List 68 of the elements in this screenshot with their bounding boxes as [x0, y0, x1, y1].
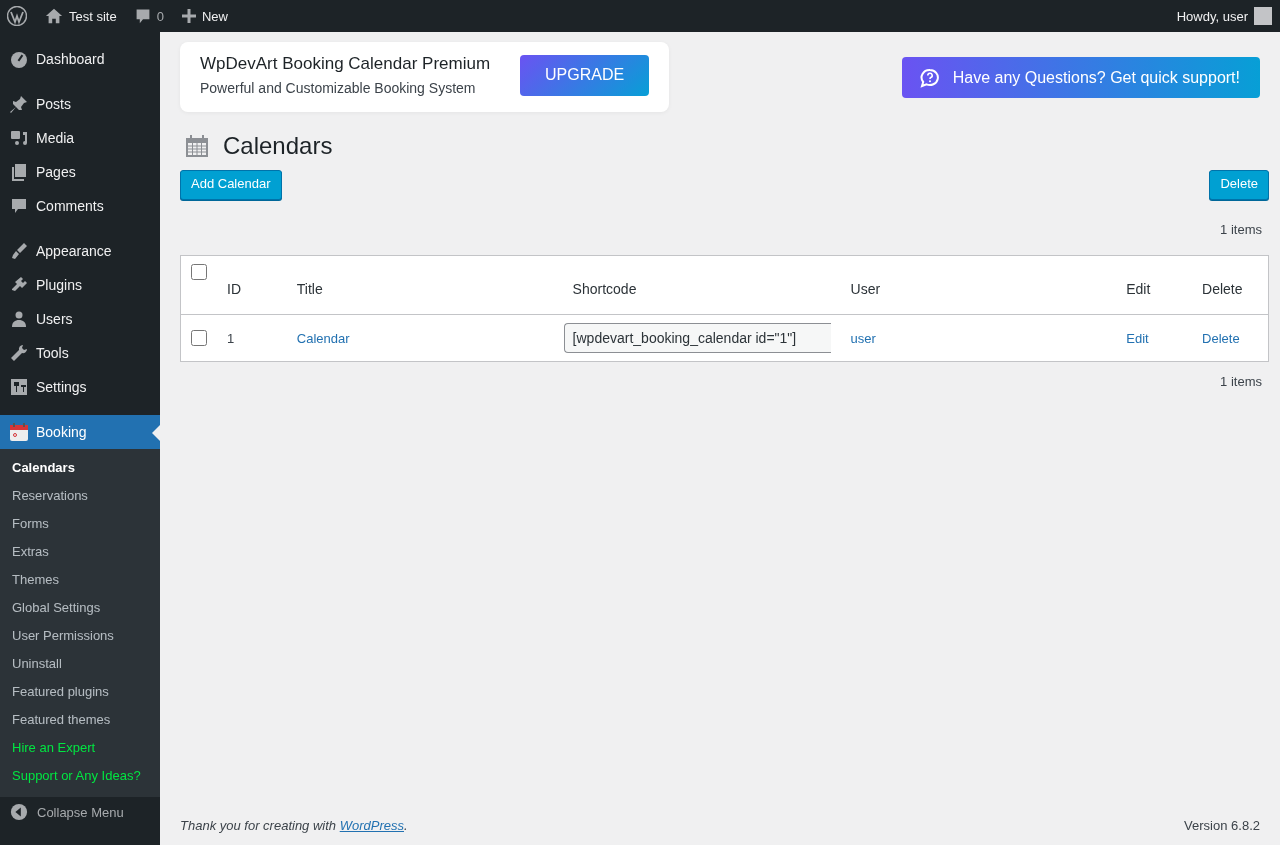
version-text: Version 6.8.2 — [1184, 818, 1260, 833]
submenu-item[interactable]: Extras — [0, 538, 160, 566]
column-header: Edit — [1126, 281, 1151, 297]
sidebar-menu-item[interactable]: Media — [0, 121, 160, 155]
greeting-link[interactable]: Howdy, user — [1176, 8, 1248, 24]
submenu-item[interactable]: User Permissions — [0, 622, 160, 650]
column-header: User — [850, 281, 881, 297]
submenu-item[interactable]: Support or Any Ideas? — [0, 762, 160, 790]
title-link[interactable]: Calendar — [296, 330, 350, 346]
sidebar-menu-item[interactable]: Appearance — [0, 234, 160, 268]
person-icon — [9, 309, 29, 329]
brush-icon — [9, 241, 29, 261]
plus-icon[interactable] — [181, 9, 196, 23]
collapse-icon — [10, 803, 28, 821]
submenu-item[interactable]: Themes — [0, 566, 160, 594]
upgrade-button[interactable]: UPGRADE — [520, 54, 650, 96]
submenu-item[interactable]: Featured themes — [0, 706, 160, 734]
delete-link[interactable]: Delete — [1202, 330, 1240, 346]
column-header: Delete — [1202, 281, 1243, 297]
home-icon[interactable] — [45, 7, 63, 25]
collapse-menu-button[interactable]: Collapse Menu — [0, 797, 160, 827]
submenu-item[interactable]: Uninstall — [0, 650, 160, 678]
new-link[interactable]: New — [201, 8, 228, 24]
page-title: Calendars — [223, 132, 333, 160]
pin-icon — [9, 94, 29, 114]
calendar-icon — [9, 422, 29, 442]
sidebar-menu-item[interactable]: Users — [0, 302, 160, 336]
submenu-item[interactable]: Forms — [0, 510, 160, 538]
select-all-checkbox[interactable] — [191, 264, 207, 280]
sidebar-menu-item[interactable]: Tools — [0, 336, 160, 370]
footer-text: Thank you for creating with WordPress. — [180, 818, 408, 833]
wrench-icon — [9, 343, 29, 363]
wordpress-link[interactable]: WordPress — [339, 818, 404, 833]
submenu-item[interactable]: Hire an Expert — [0, 734, 160, 762]
support-button[interactable]: Have any Questions? Get quick support! — [901, 57, 1260, 98]
media-icon — [9, 128, 29, 148]
sidebar-menu-item[interactable]: Settings — [0, 370, 160, 404]
column-header: Shortcode — [572, 281, 637, 297]
sidebar-menu-item[interactable]: Dashboard — [0, 42, 160, 76]
calendar-icon — [185, 134, 209, 158]
column-header: Title — [296, 281, 323, 297]
sidebar-menu-item[interactable]: Plugins — [0, 268, 160, 302]
sidebar-menu-item[interactable]: Pages — [0, 155, 160, 189]
items-count: 1 items — [1220, 222, 1262, 237]
comment-count[interactable]: 0 — [156, 8, 164, 24]
gauge-icon — [9, 49, 29, 69]
row-checkbox[interactable] — [191, 330, 207, 346]
sidebar-menu-item[interactable]: Posts — [0, 87, 160, 121]
shortcode-field[interactable]: [wpdevart_booking_calendar id="1"] — [563, 323, 831, 353]
sliders-icon — [9, 377, 29, 397]
items-count: 1 items — [1220, 374, 1262, 389]
pages-icon — [9, 162, 29, 182]
sidebar-menu-item[interactable]: Comments — [0, 189, 160, 223]
sidebar-menu-item[interactable]: Booking — [0, 415, 160, 449]
edit-link[interactable]: Edit — [1126, 330, 1149, 346]
submenu-item[interactable]: Calendars — [0, 454, 160, 482]
banner-subtitle: Powerful and Customizable Booking System — [200, 80, 477, 96]
id-cell: 1 — [227, 330, 235, 346]
site-name-link[interactable]: Test site — [69, 8, 117, 24]
submenu-item[interactable]: Reservations — [0, 482, 160, 510]
submenu-item[interactable]: Featured plugins — [0, 678, 160, 706]
column-header: ID — [227, 281, 241, 297]
speech-bubble-icon[interactable] — [134, 8, 151, 24]
wordpress-logo-icon[interactable] — [7, 6, 27, 26]
question-bubble-icon — [918, 67, 941, 88]
user-link[interactable]: user — [850, 330, 876, 346]
banner-title: WpDevArt Booking Calendar Premium — [200, 54, 491, 74]
submenu-item[interactable]: Global Settings — [0, 594, 160, 622]
